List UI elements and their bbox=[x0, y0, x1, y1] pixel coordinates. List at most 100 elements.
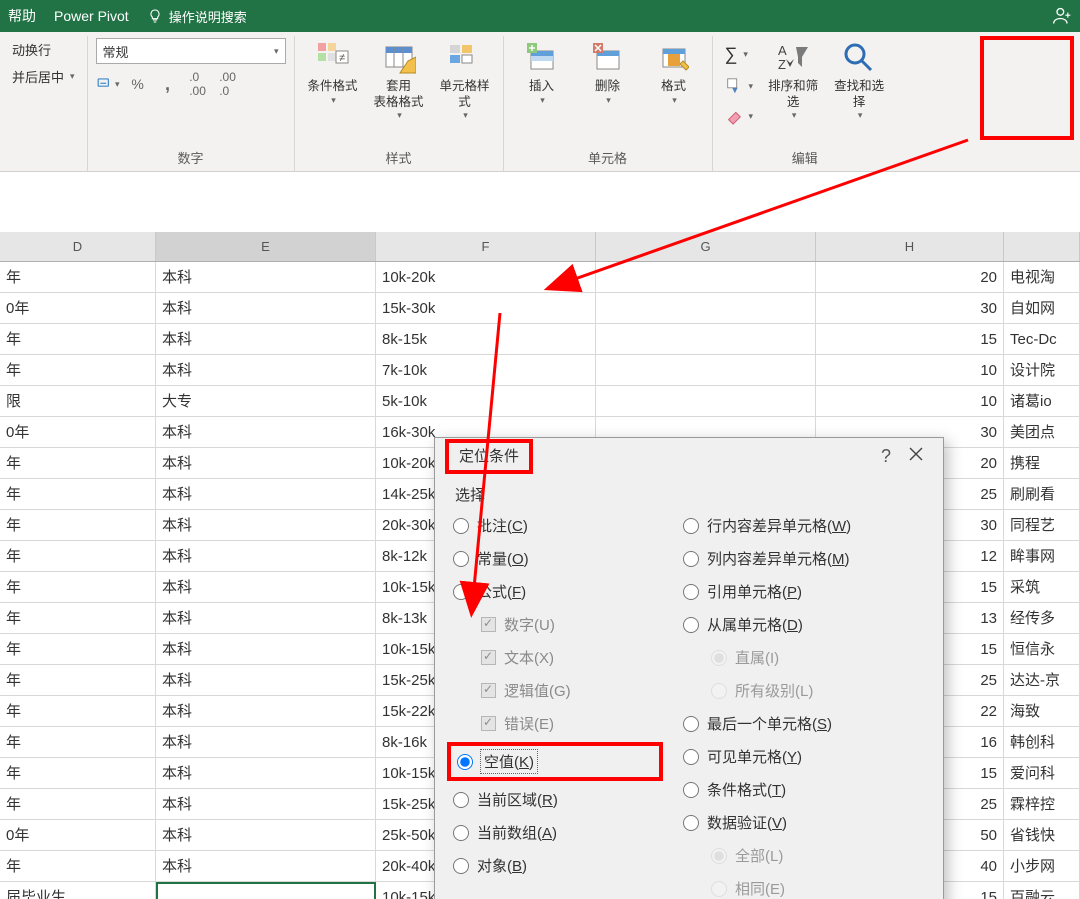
cell[interactable] bbox=[596, 293, 816, 324]
option-formulas[interactable]: 公式(F) bbox=[453, 581, 663, 602]
option-sub-logic[interactable]: 逻辑值(G) bbox=[453, 680, 663, 701]
option-rowdiff[interactable]: 行内容差异单元格(W) bbox=[683, 515, 923, 536]
radio-input[interactable] bbox=[453, 584, 469, 600]
radio-input[interactable] bbox=[453, 551, 469, 567]
cell[interactable]: 15 bbox=[816, 324, 1004, 355]
option-coldiff[interactable]: 列内容差异单元格(M) bbox=[683, 548, 923, 569]
radio-input[interactable] bbox=[683, 551, 699, 567]
cell[interactable]: 10k-20k bbox=[376, 262, 596, 293]
cell[interactable]: 年 bbox=[0, 448, 156, 479]
cell[interactable]: 诸葛io bbox=[1004, 386, 1080, 417]
cell[interactable]: 本科 bbox=[156, 665, 376, 696]
format-as-table-button[interactable]: 套用表格格式▾ bbox=[369, 38, 429, 123]
table-row[interactable]: 年本科8k-15k15Tec-Dc bbox=[0, 324, 1080, 355]
cell[interactable]: 经传多 bbox=[1004, 603, 1080, 634]
option-precedents[interactable]: 引用单元格(P) bbox=[683, 581, 923, 602]
cell[interactable]: 携程 bbox=[1004, 448, 1080, 479]
close-button[interactable] bbox=[901, 447, 931, 466]
cell[interactable]: 年 bbox=[0, 696, 156, 727]
cell[interactable]: 年 bbox=[0, 727, 156, 758]
cell[interactable]: 本科 bbox=[156, 355, 376, 386]
cell[interactable]: 百融云 bbox=[1004, 882, 1080, 899]
cell[interactable]: 本科 bbox=[156, 634, 376, 665]
cell[interactable]: 年 bbox=[0, 634, 156, 665]
increase-decimal-button[interactable]: .0.00 bbox=[186, 72, 210, 96]
worksheet[interactable]: DEFGH 年本科10k-20k20电视淘0年本科15k-30k30自如网年本科… bbox=[0, 172, 1080, 899]
user-icon[interactable] bbox=[1052, 6, 1072, 26]
cell[interactable]: 0年 bbox=[0, 417, 156, 448]
option-sub-error[interactable]: 错误(E) bbox=[453, 713, 663, 734]
cell[interactable]: 0年 bbox=[0, 293, 156, 324]
cell[interactable]: 30 bbox=[816, 293, 1004, 324]
sort-filter-button[interactable]: AZ 排序和筛选▾ bbox=[763, 38, 823, 123]
cell[interactable]: 本科 bbox=[156, 820, 376, 851]
option-blanks[interactable]: 空值(K) bbox=[457, 750, 537, 773]
cell[interactable]: 年 bbox=[0, 758, 156, 789]
cell[interactable]: 本科 bbox=[156, 448, 376, 479]
radio-input[interactable] bbox=[453, 792, 469, 808]
radio-input[interactable] bbox=[453, 825, 469, 841]
radio-input[interactable] bbox=[683, 782, 699, 798]
cell[interactable]: 7k-10k bbox=[376, 355, 596, 386]
cell[interactable] bbox=[596, 262, 816, 293]
delete-cells-button[interactable]: 删除▾ bbox=[578, 38, 638, 108]
cell[interactable]: 韩创科 bbox=[1004, 727, 1080, 758]
insert-cells-button[interactable]: 插入▾ bbox=[512, 38, 572, 108]
currency-button[interactable]: ▾ bbox=[96, 72, 120, 96]
cell[interactable]: 省钱快 bbox=[1004, 820, 1080, 851]
cell[interactable]: 年 bbox=[0, 665, 156, 696]
cell[interactable]: 届毕业生 bbox=[0, 882, 156, 899]
cell[interactable] bbox=[596, 386, 816, 417]
cell[interactable]: 眸事网 bbox=[1004, 541, 1080, 572]
cell[interactable]: 20 bbox=[816, 262, 1004, 293]
find-select-button[interactable]: 查找和选择▾ bbox=[829, 38, 889, 123]
radio-input[interactable] bbox=[453, 518, 469, 534]
cell[interactable]: 10 bbox=[816, 386, 1004, 417]
cell[interactable]: 年 bbox=[0, 355, 156, 386]
comma-button[interactable]: , bbox=[156, 72, 180, 96]
cell[interactable]: 年 bbox=[0, 851, 156, 882]
cell[interactable]: 本科 bbox=[156, 758, 376, 789]
cell[interactable]: Tec-Dc bbox=[1004, 324, 1080, 355]
option-sub-text[interactable]: 文本(X) bbox=[453, 647, 663, 668]
radio-input[interactable] bbox=[453, 858, 469, 874]
cell[interactable]: 本科 bbox=[156, 510, 376, 541]
cell[interactable]: 本科 bbox=[156, 789, 376, 820]
cell[interactable]: 本科 bbox=[156, 541, 376, 572]
option-condfmt[interactable]: 条件格式(T) bbox=[683, 779, 923, 800]
cell[interactable]: 年 bbox=[0, 789, 156, 820]
cell[interactable]: 15k-30k bbox=[376, 293, 596, 324]
cell[interactable]: 本科 bbox=[156, 479, 376, 510]
help-button[interactable]: ? bbox=[871, 446, 901, 467]
option-constants[interactable]: 常量(O) bbox=[453, 548, 663, 569]
cell[interactable]: 自如网 bbox=[1004, 293, 1080, 324]
cell[interactable]: 本科 bbox=[156, 417, 376, 448]
cell[interactable]: 年 bbox=[0, 262, 156, 293]
option-objects[interactable]: 对象(B) bbox=[453, 855, 663, 876]
cell[interactable]: 采筑 bbox=[1004, 572, 1080, 603]
column-header-G[interactable]: G bbox=[596, 232, 816, 261]
fill-button[interactable]: ▾ bbox=[721, 75, 758, 97]
cell[interactable]: 本科 bbox=[156, 727, 376, 758]
cell[interactable]: 本科 bbox=[156, 851, 376, 882]
cell[interactable]: 设计院 bbox=[1004, 355, 1080, 386]
option-currentarray[interactable]: 当前数组(A) bbox=[453, 822, 663, 843]
radio-input[interactable] bbox=[683, 815, 699, 831]
cell[interactable]: 达达-京 bbox=[1004, 665, 1080, 696]
option-datavalid[interactable]: 数据验证(V) bbox=[683, 812, 923, 833]
table-row[interactable]: 0年本科15k-30k30自如网 bbox=[0, 293, 1080, 324]
cell[interactable] bbox=[596, 355, 816, 386]
option-lastcell[interactable]: 最后一个单元格(S) bbox=[683, 713, 923, 734]
cell[interactable]: 恒信永 bbox=[1004, 634, 1080, 665]
column-headers[interactable]: DEFGH bbox=[0, 232, 1080, 262]
cell[interactable]: 年 bbox=[0, 510, 156, 541]
cell[interactable]: 本科 bbox=[156, 324, 376, 355]
wrap-text-button[interactable]: 动换行 bbox=[8, 38, 79, 61]
conditional-formatting-button[interactable]: ≠ 条件格式▾ bbox=[303, 38, 363, 108]
cell[interactable]: 10 bbox=[816, 355, 1004, 386]
option-dependents[interactable]: 从属单元格(D) bbox=[683, 614, 923, 635]
option-visible[interactable]: 可见单元格(Y) bbox=[683, 746, 923, 767]
menu-powerpivot[interactable]: Power Pivot bbox=[54, 8, 129, 24]
cell[interactable]: 美团点 bbox=[1004, 417, 1080, 448]
cell[interactable]: 刷刷看 bbox=[1004, 479, 1080, 510]
